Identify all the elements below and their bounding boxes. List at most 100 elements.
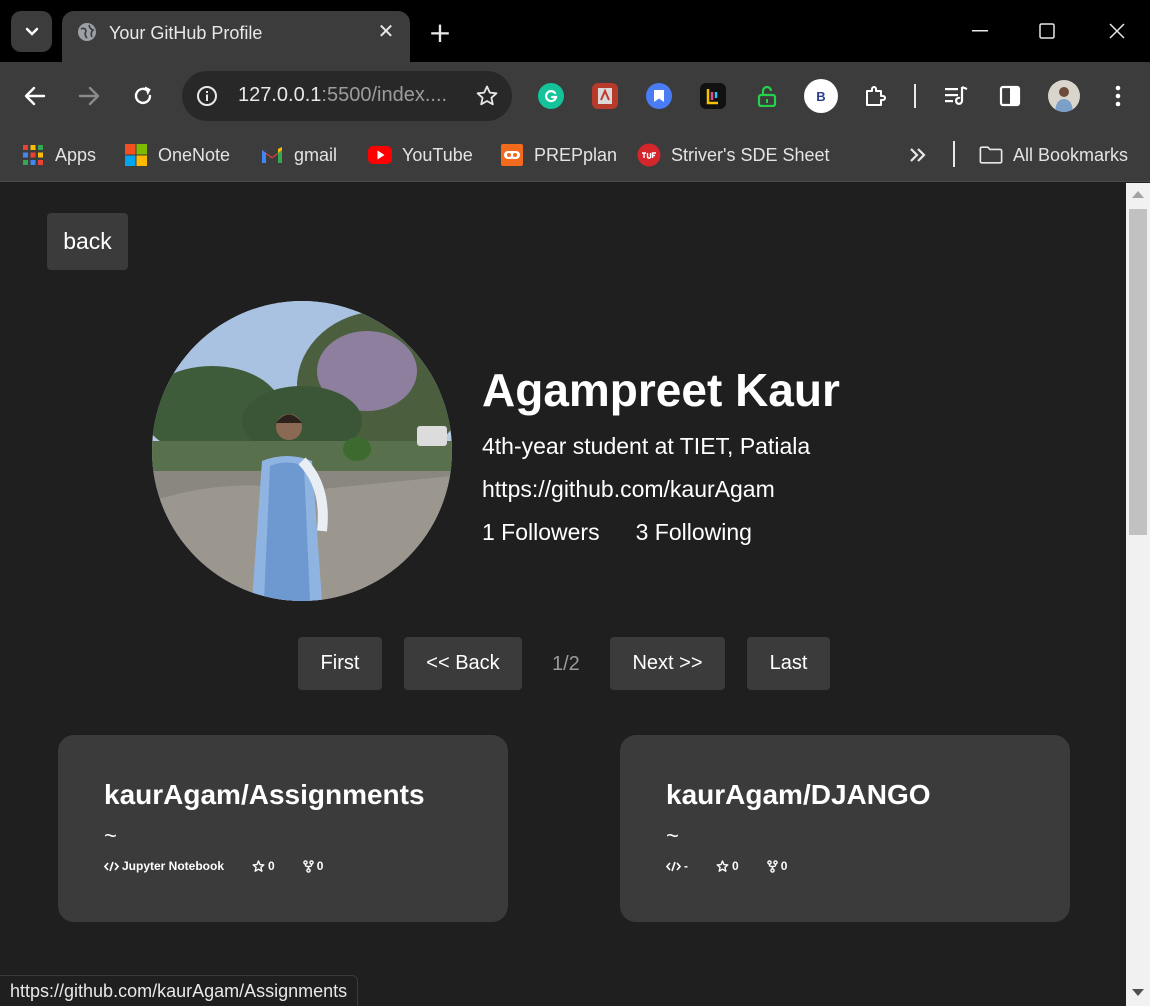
star-icon — [252, 859, 265, 872]
last-page-button[interactable]: Last — [747, 637, 830, 690]
scroll-down-arrow-icon[interactable] — [1132, 989, 1144, 996]
chevron-down-icon — [25, 27, 38, 36]
page-indicator: 1/2 — [552, 653, 580, 675]
repo-card[interactable]: kaurAgam/Assignments ~ Jupyter Notebook … — [58, 735, 508, 922]
puzzle-extensions-icon[interactable] — [862, 83, 888, 109]
followers-count: 1 Followers — [482, 519, 600, 545]
site-info-icon[interactable] — [194, 83, 220, 109]
unlock-extension-icon[interactable] — [754, 83, 780, 109]
back-arrow-icon[interactable] — [17, 78, 53, 114]
bookmark-label: Apps — [55, 144, 97, 165]
reload-icon[interactable] — [125, 78, 161, 114]
all-bookmarks[interactable]: All Bookmarks — [979, 141, 1128, 169]
minimize-icon[interactable] — [962, 13, 998, 49]
repo-stars-count: 0 — [732, 859, 739, 873]
repo-stars: 0 — [252, 859, 275, 873]
maximize-icon[interactable] — [1029, 13, 1065, 49]
repo-forks: 0 — [302, 859, 324, 873]
youtube-icon — [368, 143, 392, 167]
close-tab-icon[interactable]: ✕ — [374, 19, 398, 43]
extension-initial: B — [816, 88, 826, 104]
bookmark-gmail[interactable]: gmail — [260, 141, 337, 169]
menu-kebab-icon[interactable] — [1105, 83, 1131, 109]
tab-title: Your GitHub Profile — [109, 23, 263, 43]
bookmark-label: Striver's SDE Sheet — [671, 144, 830, 165]
profile-stats: 1 Followers 3 Following — [482, 519, 752, 546]
code-icon — [666, 861, 681, 871]
repo-forks-count: 0 — [780, 859, 788, 873]
side-panel-icon[interactable] — [997, 83, 1023, 109]
page-viewport: back Agampreet Kaur 4th-year student at … — [0, 183, 1126, 1006]
bookmark-label: PREPplan — [534, 144, 618, 165]
repo-title[interactable]: kaurAgam/Assignments — [104, 779, 425, 811]
repo-forks: 0 — [766, 859, 788, 873]
globe-icon — [78, 23, 96, 41]
profile-bio: 4th-year student at TIET, Patiala — [482, 433, 811, 459]
url-host: 127.0.0.1 — [238, 84, 322, 106]
bookmark-label: All Bookmarks — [1013, 144, 1129, 165]
forward-arrow-icon[interactable] — [71, 78, 107, 114]
active-tab[interactable]: Your GitHub Profile ✕ — [62, 11, 410, 62]
bookmarks-bar: Apps OneNote gmail YouTube PREPplan Stri… — [0, 130, 1150, 182]
repo-meta: - 0 0 — [666, 859, 815, 873]
link-status-bubble: https://github.com/kaurAgam/Assignments — [0, 975, 359, 1006]
microsoft-logo-icon — [124, 143, 148, 167]
browser-toolbar: 127.0.0.1:5500/index.... B — [0, 62, 1150, 130]
following-count: 3 Following — [635, 519, 752, 545]
page-scrollbar[interactable] — [1126, 183, 1150, 1006]
toolbar-separator — [914, 84, 916, 108]
repo-stars: 0 — [716, 859, 739, 873]
profile-b-extension-icon[interactable]: B — [804, 79, 838, 113]
leetcode-extension-icon[interactable] — [700, 83, 726, 109]
fork-icon — [302, 859, 314, 873]
pdf-extension-icon[interactable] — [592, 83, 618, 109]
scrollbar-thumb[interactable] — [1129, 209, 1147, 535]
new-tab-icon[interactable]: + — [425, 16, 455, 49]
repo-language: Jupyter Notebook — [104, 859, 224, 873]
repo-language-label: - — [684, 859, 688, 873]
first-page-button[interactable]: First — [298, 637, 382, 690]
fork-icon — [766, 859, 778, 873]
repo-forks-count: 0 — [316, 859, 324, 873]
scroll-up-arrow-icon[interactable] — [1132, 191, 1144, 198]
bookmark-star-icon[interactable] — [474, 83, 500, 109]
repo-description: ~ — [666, 823, 679, 848]
bookmark-onenote[interactable]: OneNote — [124, 141, 230, 169]
tuf-icon — [637, 143, 661, 167]
profile-avatar[interactable] — [1048, 80, 1080, 112]
star-icon — [716, 859, 729, 872]
url-path: :5500/index.... — [321, 84, 448, 106]
bookmark-apps[interactable]: Apps — [21, 141, 96, 169]
close-window-icon[interactable] — [1099, 13, 1135, 49]
profile-photo — [152, 301, 452, 601]
next-page-button[interactable]: Next >> — [610, 637, 725, 690]
repo-meta: Jupyter Notebook 0 0 — [104, 859, 351, 873]
bookmark-prepplan[interactable]: PREPplan — [500, 141, 617, 169]
address-bar[interactable]: 127.0.0.1:5500/index.... — [182, 71, 512, 121]
repo-language: - — [666, 859, 688, 873]
profile-name: Agampreet Kaur — [482, 364, 840, 416]
tab-strip: Your GitHub Profile ✕ + — [0, 0, 1150, 62]
bookmark-extension-icon[interactable] — [646, 83, 672, 109]
code-icon — [104, 861, 119, 871]
repo-language-label: Jupyter Notebook — [122, 859, 225, 873]
previous-page-button[interactable]: << Back — [404, 637, 522, 690]
more-bookmarks-icon[interactable] — [909, 141, 927, 169]
folder-icon — [979, 143, 1003, 167]
repo-card[interactable]: kaurAgam/DJANGO ~ - 0 0 — [620, 735, 1070, 922]
apps-grid-icon — [21, 143, 45, 167]
url-text: 127.0.0.1:5500/index.... — [238, 84, 447, 107]
bookmark-label: gmail — [294, 144, 338, 165]
bookmark-label: OneNote — [158, 144, 231, 165]
repo-stars-count: 0 — [268, 859, 275, 873]
repo-description: ~ — [104, 823, 117, 848]
profile-url: https://github.com/kaurAgam — [482, 476, 775, 502]
tab-search-button[interactable] — [11, 11, 52, 52]
repo-title[interactable]: kaurAgam/DJANGO — [666, 779, 931, 811]
bookmark-youtube[interactable]: YouTube — [368, 141, 473, 169]
gmail-icon — [260, 143, 284, 167]
bookmark-striver-sde-sheet[interactable]: Striver's SDE Sheet — [637, 141, 830, 169]
back-button[interactable]: back — [47, 213, 128, 270]
grammarly-icon[interactable] — [538, 83, 564, 109]
media-control-icon[interactable] — [943, 83, 969, 109]
